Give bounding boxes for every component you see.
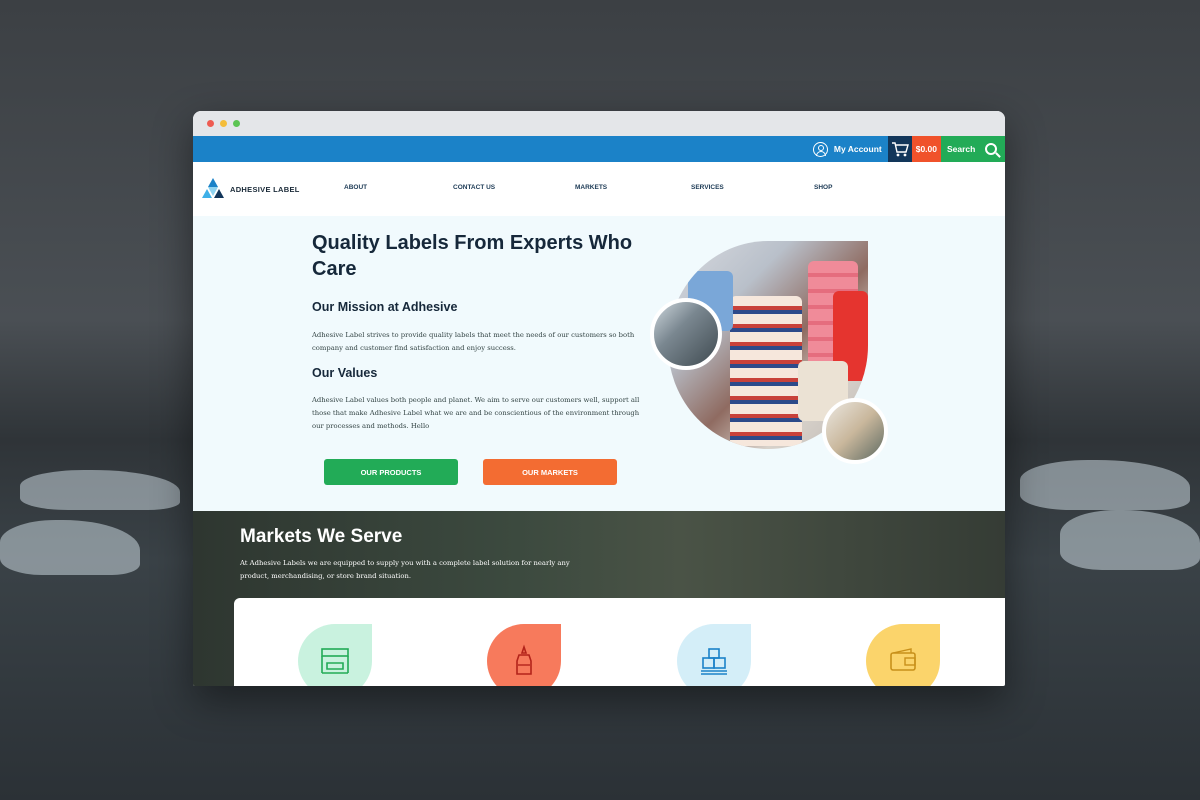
market-retail-card[interactable] xyxy=(298,624,372,686)
cart-icon xyxy=(891,142,909,157)
market-bottle-card[interactable] xyxy=(487,624,561,686)
bottle-icon xyxy=(516,644,532,675)
logo-icon xyxy=(202,178,224,198)
browser-window: My Account $0.00 Search ADHESIVE LABEL A… xyxy=(193,111,1005,686)
user-icon xyxy=(812,141,828,157)
search-icon xyxy=(985,143,998,155)
mission-text: Adhesive Label strives to provide qualit… xyxy=(312,331,635,352)
mission-heading: Our Mission at Adhesive xyxy=(312,300,458,314)
labels-closeup-photo xyxy=(822,398,888,464)
values-text: Adhesive Label values both people and pl… xyxy=(312,396,640,430)
cart-button[interactable] xyxy=(887,136,912,162)
minimize-dot[interactable] xyxy=(220,120,227,127)
hero-section: Quality Labels From Experts Who Care Our… xyxy=(193,216,1005,511)
brand-logo[interactable]: ADHESIVE LABEL xyxy=(201,177,346,201)
search-label: Search xyxy=(947,144,976,154)
markets-cards xyxy=(234,598,1005,686)
pallet-boxes-icon xyxy=(701,648,727,675)
brand-name: ADHESIVE LABEL xyxy=(230,184,300,194)
our-products-button[interactable]: OUR PRODUCTS xyxy=(324,459,458,485)
my-account-label: My Account xyxy=(833,144,882,154)
my-account-link[interactable]: My Account xyxy=(807,136,888,162)
maximize-dot[interactable] xyxy=(233,120,240,127)
nav-services[interactable]: SERVICES xyxy=(691,184,724,191)
storefront-icon xyxy=(321,648,349,674)
markets-section: Markets We Serve At Adhesive Labels we a… xyxy=(193,511,1005,686)
cart-total[interactable]: $0.00 xyxy=(911,136,941,162)
values-heading: Our Values xyxy=(312,366,378,380)
nav-markets[interactable]: MARKETS xyxy=(575,184,607,191)
nav-shop[interactable]: SHOP xyxy=(814,184,832,191)
utility-bar: My Account $0.00 Search xyxy=(193,136,1005,162)
markets-text: At Adhesive Labels we are equipped to su… xyxy=(240,559,570,580)
market-payment-card[interactable] xyxy=(866,624,940,686)
markets-heading: Markets We Serve xyxy=(240,526,403,547)
search-button[interactable]: Search xyxy=(941,136,1005,162)
hero-title: Quality Labels From Experts Who Care xyxy=(312,232,633,280)
nav-contact-us[interactable]: CONTACT US xyxy=(453,184,495,191)
nav-about[interactable]: ABOUT xyxy=(344,184,367,191)
window-chrome xyxy=(193,111,1005,136)
our-markets-button[interactable]: OUR MARKETS xyxy=(483,459,617,485)
office-photo xyxy=(650,298,722,370)
market-shipping-card[interactable] xyxy=(677,624,751,686)
main-nav: ADHESIVE LABEL ABOUT CONTACT US MARKETS … xyxy=(193,162,1005,216)
wallet-icon xyxy=(890,648,916,671)
close-dot[interactable] xyxy=(207,120,214,127)
